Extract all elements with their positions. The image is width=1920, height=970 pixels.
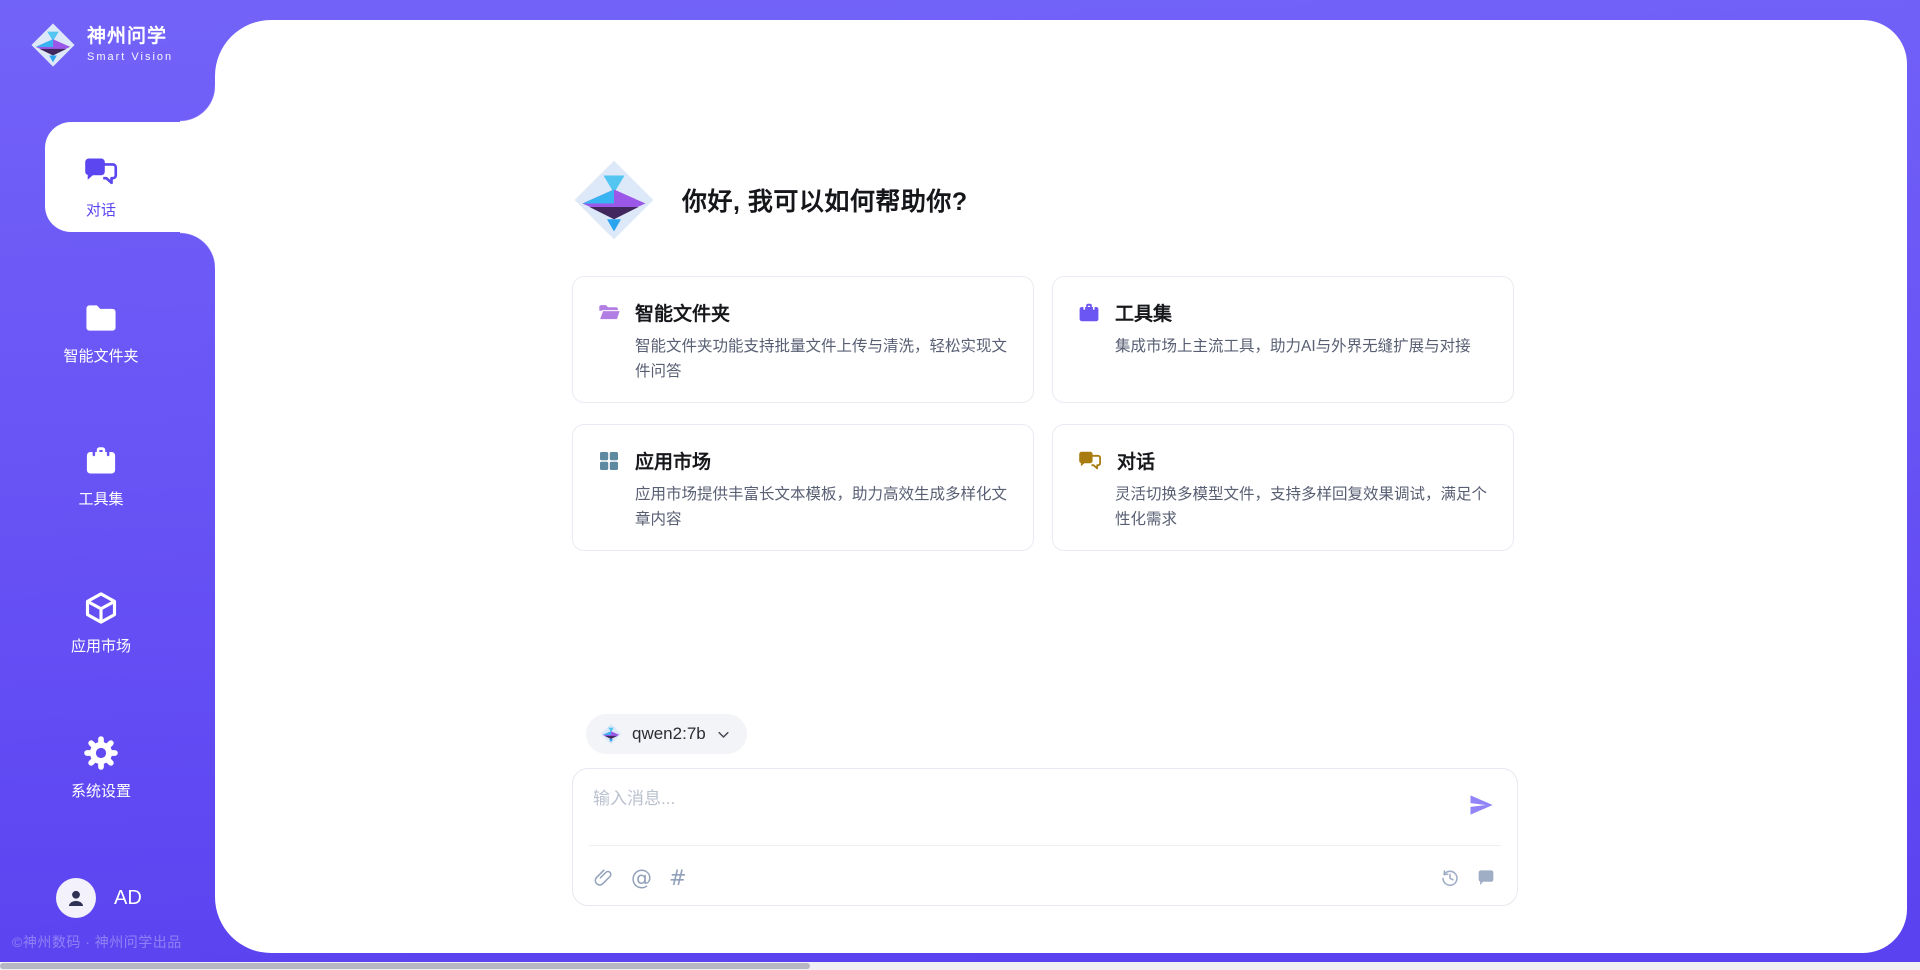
- folder-open-icon: [597, 301, 621, 325]
- send-icon: [1467, 791, 1495, 819]
- user-initials: AD: [114, 887, 142, 910]
- sidebar-item-label: 对话: [86, 199, 116, 220]
- card-title: 应用市场: [635, 447, 711, 474]
- card-description: 应用市场提供丰富长文本模板，助力高效生成多样化文章内容: [635, 483, 1009, 533]
- mention-button[interactable]: @: [631, 867, 652, 889]
- comment-icon: [1475, 867, 1497, 889]
- card-description: 灵活切换多模型文件，支持多样回复效果调试，满足个性化需求: [1115, 483, 1489, 533]
- feature-cards-grid: 智能文件夹 智能文件夹功能支持批量文件上传与清洗，轻松实现文件问答 工具集 集成…: [572, 276, 1518, 551]
- card-app-market[interactable]: 应用市场 应用市场提供丰富长文本模板，助力高效生成多样化文章内容: [572, 424, 1034, 551]
- card-chat[interactable]: 对话 灵活切换多模型文件，支持多样回复效果调试，满足个性化需求: [1052, 424, 1514, 551]
- sidebar-item-label: 应用市场: [71, 635, 131, 656]
- hash-icon: #: [669, 867, 687, 889]
- card-smart-folder[interactable]: 智能文件夹 智能文件夹功能支持批量文件上传与清洗，轻松实现文件问答: [572, 276, 1034, 403]
- sidebar-item-label: 智能文件夹: [63, 345, 138, 366]
- cube-icon: [82, 590, 120, 626]
- card-toolset[interactable]: 工具集 集成市场上主流工具，助力AI与外界无缝扩展与对接: [1052, 276, 1514, 403]
- model-logo-icon: [600, 723, 622, 745]
- history-button[interactable]: [1439, 867, 1461, 889]
- paperclip-icon: [593, 868, 614, 889]
- chat-icon: [1077, 449, 1103, 473]
- card-header: 应用市场: [597, 447, 1009, 474]
- sidebar-item-smart-folder[interactable]: 智能文件夹: [45, 300, 157, 366]
- user-avatar-icon: [63, 885, 89, 911]
- composer-divider: [589, 845, 1501, 846]
- gear-icon: [82, 735, 120, 771]
- sidebar-item-label: 工具集: [78, 488, 123, 509]
- app-window: 神州问学 Smart Vision 对话 智能文件夹 工具集 应用市场 系统设置: [0, 0, 1920, 970]
- history-icon: [1439, 867, 1461, 889]
- model-selector[interactable]: qwen2:7b: [586, 714, 747, 754]
- model-name: qwen2:7b: [632, 724, 706, 744]
- brand-text: 神州问学 Smart Vision: [87, 27, 173, 63]
- toolbox-icon: [82, 443, 120, 479]
- new-conversation-button[interactable]: [1475, 867, 1497, 889]
- card-description: 集成市场上主流工具，助力AI与外界无缝扩展与对接: [1115, 335, 1489, 360]
- card-title: 工具集: [1115, 299, 1172, 326]
- main-panel: 你好, 我可以如何帮助你? 智能文件夹 智能文件夹功能支持批量文件上传与清洗，轻…: [215, 20, 1907, 953]
- brand-diamond-logo-icon: [30, 22, 76, 68]
- card-description: 智能文件夹功能支持批量文件上传与清洗，轻松实现文件问答: [635, 335, 1009, 385]
- toolbox-icon: [1077, 301, 1101, 325]
- tab-fillet-top: [180, 86, 216, 122]
- user-account[interactable]: AD: [56, 878, 142, 918]
- message-input[interactable]: [591, 782, 1425, 838]
- send-button[interactable]: [1467, 791, 1495, 819]
- sidebar-item-toolset[interactable]: 工具集: [45, 443, 157, 509]
- topic-button[interactable]: #: [669, 867, 687, 889]
- sidebar-item-app-market[interactable]: 应用市场: [45, 590, 157, 656]
- avatar: [56, 878, 96, 918]
- message-composer: @ #: [572, 768, 1518, 906]
- copyright-text: ©神州数码 · 神州问学出品: [12, 932, 182, 952]
- card-header: 工具集: [1077, 299, 1489, 326]
- card-header: 对话: [1077, 447, 1489, 474]
- chevron-down-icon: [716, 727, 731, 742]
- sidebar-item-label: 系统设置: [71, 780, 131, 801]
- tab-fillet-bottom: [180, 232, 216, 268]
- greeting-row: 你好, 我可以如何帮助你?: [572, 158, 968, 242]
- card-title: 对话: [1117, 447, 1155, 474]
- folder-icon: [82, 300, 120, 336]
- scrollbar-thumb[interactable]: [0, 963, 810, 969]
- brand-logo-row: 神州问学 Smart Vision: [30, 22, 173, 68]
- composer-toolbar-right: [1439, 867, 1497, 889]
- brand-name: 神州问学: [87, 27, 173, 48]
- card-title: 智能文件夹: [635, 299, 730, 326]
- at-icon: @: [631, 867, 652, 889]
- sidebar-item-chat[interactable]: 对话: [45, 154, 157, 220]
- composer-toolbar-left: @ #: [593, 867, 687, 889]
- chat-icon: [82, 154, 120, 190]
- grid-icon: [597, 449, 621, 473]
- greeting-title: 你好, 我可以如何帮助你?: [682, 182, 968, 218]
- card-header: 智能文件夹: [597, 299, 1009, 326]
- greeting-diamond-logo-icon: [572, 158, 656, 242]
- attach-file-button[interactable]: [593, 868, 614, 889]
- horizontal-scrollbar: [0, 962, 1920, 970]
- sidebar-item-settings[interactable]: 系统设置: [45, 735, 157, 801]
- brand-subtitle: Smart Vision: [87, 51, 173, 63]
